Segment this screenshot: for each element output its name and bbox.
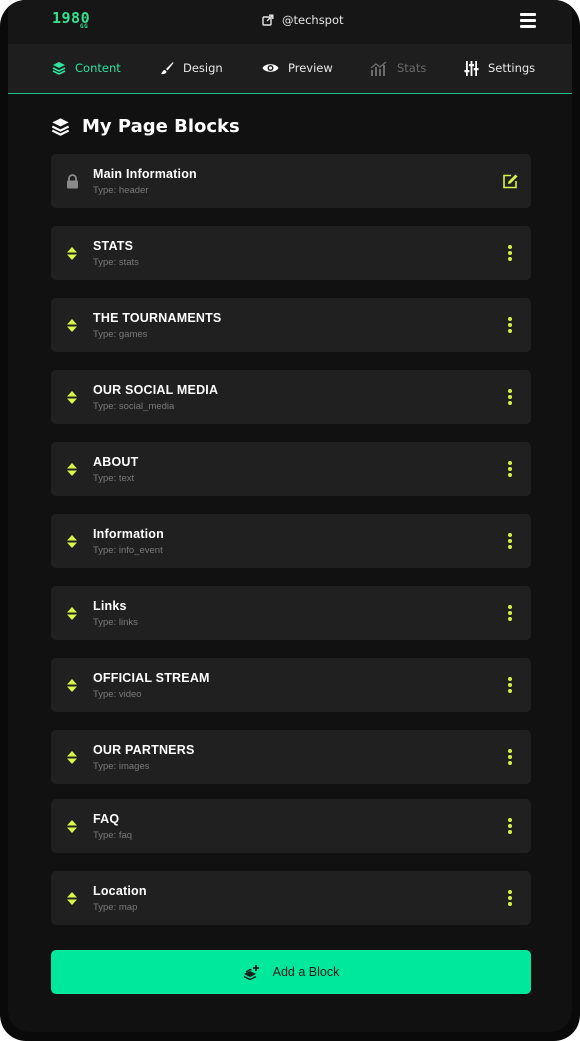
more-options-icon[interactable] <box>501 586 519 640</box>
block-name: Location <box>93 884 147 898</box>
block-card-social-media[interactable]: OUR SOCIAL MEDIA Type: social_media <box>51 370 531 424</box>
drag-handle-icon[interactable] <box>65 799 79 853</box>
drag-handle-icon[interactable] <box>65 226 79 280</box>
block-name: Links <box>93 599 127 613</box>
drag-handle-icon[interactable] <box>65 730 79 784</box>
top-bar: 1980 GG @techspot <box>8 0 572 44</box>
layers-icon <box>52 62 66 75</box>
device-frame: 1980 GG @techspot Content Design Preview… <box>0 0 580 1041</box>
tab-content-label: Content <box>75 61 121 75</box>
eye-icon <box>262 64 279 72</box>
block-name: Information <box>93 527 164 541</box>
block-type: Type: links <box>93 617 138 628</box>
block-card-about[interactable]: ABOUT Type: text <box>51 442 531 496</box>
tab-content[interactable]: Content <box>52 44 121 92</box>
more-options-icon[interactable] <box>501 370 519 424</box>
drag-handle-icon[interactable] <box>65 298 79 352</box>
tab-design-label: Design <box>183 61 223 75</box>
tab-settings-label: Settings <box>488 61 536 75</box>
tab-preview[interactable]: Preview <box>262 44 333 92</box>
block-type: Type: info_event <box>93 545 163 556</box>
block-card-tournaments[interactable]: THE TOURNAMENTS Type: games <box>51 298 531 352</box>
tab-stats-label: Stats <box>397 61 427 75</box>
more-options-icon[interactable] <box>501 514 519 568</box>
tab-preview-label: Preview <box>288 61 333 75</box>
more-options-icon[interactable] <box>501 799 519 853</box>
drag-handle-icon[interactable] <box>65 658 79 712</box>
drag-handle-icon[interactable] <box>65 370 79 424</box>
more-options-icon[interactable] <box>501 871 519 925</box>
block-name: STATS <box>93 239 134 253</box>
add-block-icon <box>243 965 259 980</box>
add-block-label: Add a Block <box>272 965 340 979</box>
hamburger-menu-icon[interactable] <box>520 13 536 28</box>
profile-handle-link[interactable]: @techspot <box>262 13 344 27</box>
drag-handle-icon[interactable] <box>65 514 79 568</box>
sliders-icon <box>464 60 479 76</box>
block-name: ABOUT <box>93 455 139 469</box>
tab-settings[interactable]: Settings <box>464 44 535 92</box>
block-card-partners[interactable]: OUR PARTNERS Type: images <box>51 730 531 784</box>
page-title-text: My Page Blocks <box>82 116 240 137</box>
block-card-information[interactable]: Information Type: info_event <box>51 514 531 568</box>
stats-chart-icon <box>370 60 387 76</box>
block-card-main-information[interactable]: Main Information Type: header <box>51 154 531 208</box>
drag-handle-icon[interactable] <box>65 586 79 640</box>
profile-handle: @techspot <box>282 13 344 27</box>
more-options-icon[interactable] <box>501 298 519 352</box>
external-link-icon <box>262 14 274 26</box>
block-card-location[interactable]: Location Type: map <box>51 871 531 925</box>
logo-subtext: GG <box>80 23 89 30</box>
block-name: FAQ <box>93 812 120 826</box>
more-options-icon[interactable] <box>501 226 519 280</box>
lock-icon <box>65 154 79 208</box>
block-type: Type: faq <box>93 830 133 841</box>
more-options-icon[interactable] <box>501 730 519 784</box>
block-card-stats[interactable]: STATS Type: stats <box>51 226 531 280</box>
block-type: Type: stats <box>93 257 139 268</box>
add-block-button[interactable]: Add a Block <box>51 950 531 994</box>
block-type: Type: text <box>93 473 135 484</box>
main-tabs: Content Design Preview Stats Settings <box>8 44 572 94</box>
block-type: Type: header <box>93 185 149 196</box>
block-type: Type: map <box>93 902 138 913</box>
block-name: THE TOURNAMENTS <box>93 311 222 325</box>
more-options-icon[interactable] <box>501 658 519 712</box>
brush-icon <box>161 62 174 75</box>
drag-handle-icon[interactable] <box>65 871 79 925</box>
layers-icon <box>51 118 70 136</box>
app-logo[interactable]: 1980 GG <box>52 9 90 31</box>
block-card-faq[interactable]: FAQ Type: faq <box>51 799 531 853</box>
block-type: Type: social_media <box>93 401 175 412</box>
block-name: Main Information <box>93 167 197 181</box>
drag-handle-icon[interactable] <box>65 442 79 496</box>
block-card-links[interactable]: Links Type: links <box>51 586 531 640</box>
block-name: OFFICIAL STREAM <box>93 671 210 685</box>
block-type: Type: images <box>93 761 150 772</box>
block-name: OUR PARTNERS <box>93 743 195 757</box>
app-screen: 1980 GG @techspot Content Design Preview… <box>8 0 572 1032</box>
tab-stats[interactable]: Stats <box>370 44 426 92</box>
block-card-official-stream[interactable]: OFFICIAL STREAM Type: video <box>51 658 531 712</box>
more-options-icon[interactable] <box>501 442 519 496</box>
page-title: My Page Blocks <box>51 116 240 137</box>
block-name: OUR SOCIAL MEDIA <box>93 383 219 397</box>
block-type: Type: games <box>93 329 148 340</box>
tab-design[interactable]: Design <box>160 44 223 92</box>
block-type: Type: video <box>93 689 142 700</box>
edit-icon[interactable] <box>501 154 519 208</box>
